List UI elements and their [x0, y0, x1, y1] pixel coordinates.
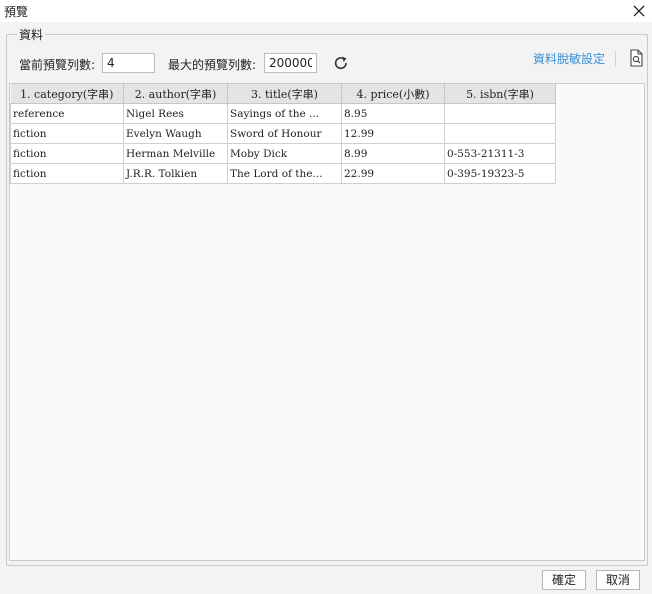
table-cell: Sayings of the ... [227, 103, 342, 124]
current-rows-label: 當前預覽列數: [19, 58, 96, 72]
table-cell: 0-553-21311-3 [444, 143, 556, 164]
table-cell: Moby Dick [227, 143, 342, 164]
column-header-price[interactable]: 4. price(小數) [341, 84, 445, 104]
table-cell: reference [10, 103, 124, 124]
data-group-legend: 資料 [17, 26, 46, 43]
cancel-button[interactable]: 取消 [596, 570, 640, 590]
table-row[interactable]: reference Nigel Rees Sayings of the ... … [10, 103, 556, 124]
table-cell [444, 103, 556, 124]
table-header-row: 1. category(字串) 2. author(字串) 3. title(字… [10, 84, 556, 104]
table-cell: The Lord of the... [227, 163, 342, 184]
table-row[interactable]: fiction Herman Melville Moby Dick 8.99 0… [10, 143, 556, 164]
data-group: 資料 當前預覽列數: 最大的預覽列數: 資料脫敏設定 1. cat [6, 26, 648, 566]
max-rows-input[interactable] [264, 53, 317, 73]
column-header-title[interactable]: 3. title(字串) [227, 84, 342, 104]
table-cell: Evelyn Waugh [123, 123, 228, 144]
table-cell: fiction [10, 143, 124, 164]
preview-table: 1. category(字串) 2. author(字串) 3. title(字… [10, 84, 556, 184]
table-cell: Nigel Rees [123, 103, 228, 124]
table-cell: Sword of Honour [227, 123, 342, 144]
table-cell: J.R.R. Tolkien [123, 163, 228, 184]
table-cell: 0-395-19323-5 [444, 163, 556, 184]
preview-table-area[interactable]: 1. category(字串) 2. author(字串) 3. title(字… [9, 83, 645, 561]
column-header-isbn[interactable]: 5. isbn(字串) [444, 84, 556, 104]
table-cell: 22.99 [341, 163, 445, 184]
column-header-category[interactable]: 1. category(字串) [10, 84, 124, 104]
table-cell: fiction [10, 163, 124, 184]
table-row[interactable]: fiction J.R.R. Tolkien The Lord of the..… [10, 163, 556, 184]
title-bar: 預覽 [0, 0, 652, 22]
table-cell [444, 123, 556, 144]
file-search-icon[interactable] [626, 48, 646, 68]
table-cell: fiction [10, 123, 124, 144]
table-cell: Herman Melville [123, 143, 228, 164]
desensitize-settings-link[interactable]: 資料脫敏設定 [533, 50, 605, 67]
table-cell: 12.99 [341, 123, 445, 144]
current-rows-input[interactable] [102, 53, 155, 73]
toolbar-divider [615, 51, 616, 67]
table-cell: 8.95 [341, 103, 445, 124]
refresh-icon[interactable] [331, 53, 351, 73]
table-cell: 8.99 [341, 143, 445, 164]
ok-button[interactable]: 確定 [542, 570, 586, 590]
preview-dialog: 資料 當前預覽列數: 最大的預覽列數: 資料脫敏設定 1. cat [0, 22, 652, 594]
column-header-author[interactable]: 2. author(字串) [123, 84, 228, 104]
max-rows-label: 最大的預覽列數: [168, 58, 257, 72]
window-title: 預覽 [4, 5, 29, 19]
table-row[interactable]: fiction Evelyn Waugh Sword of Honour 12.… [10, 123, 556, 144]
close-icon[interactable] [630, 2, 648, 20]
